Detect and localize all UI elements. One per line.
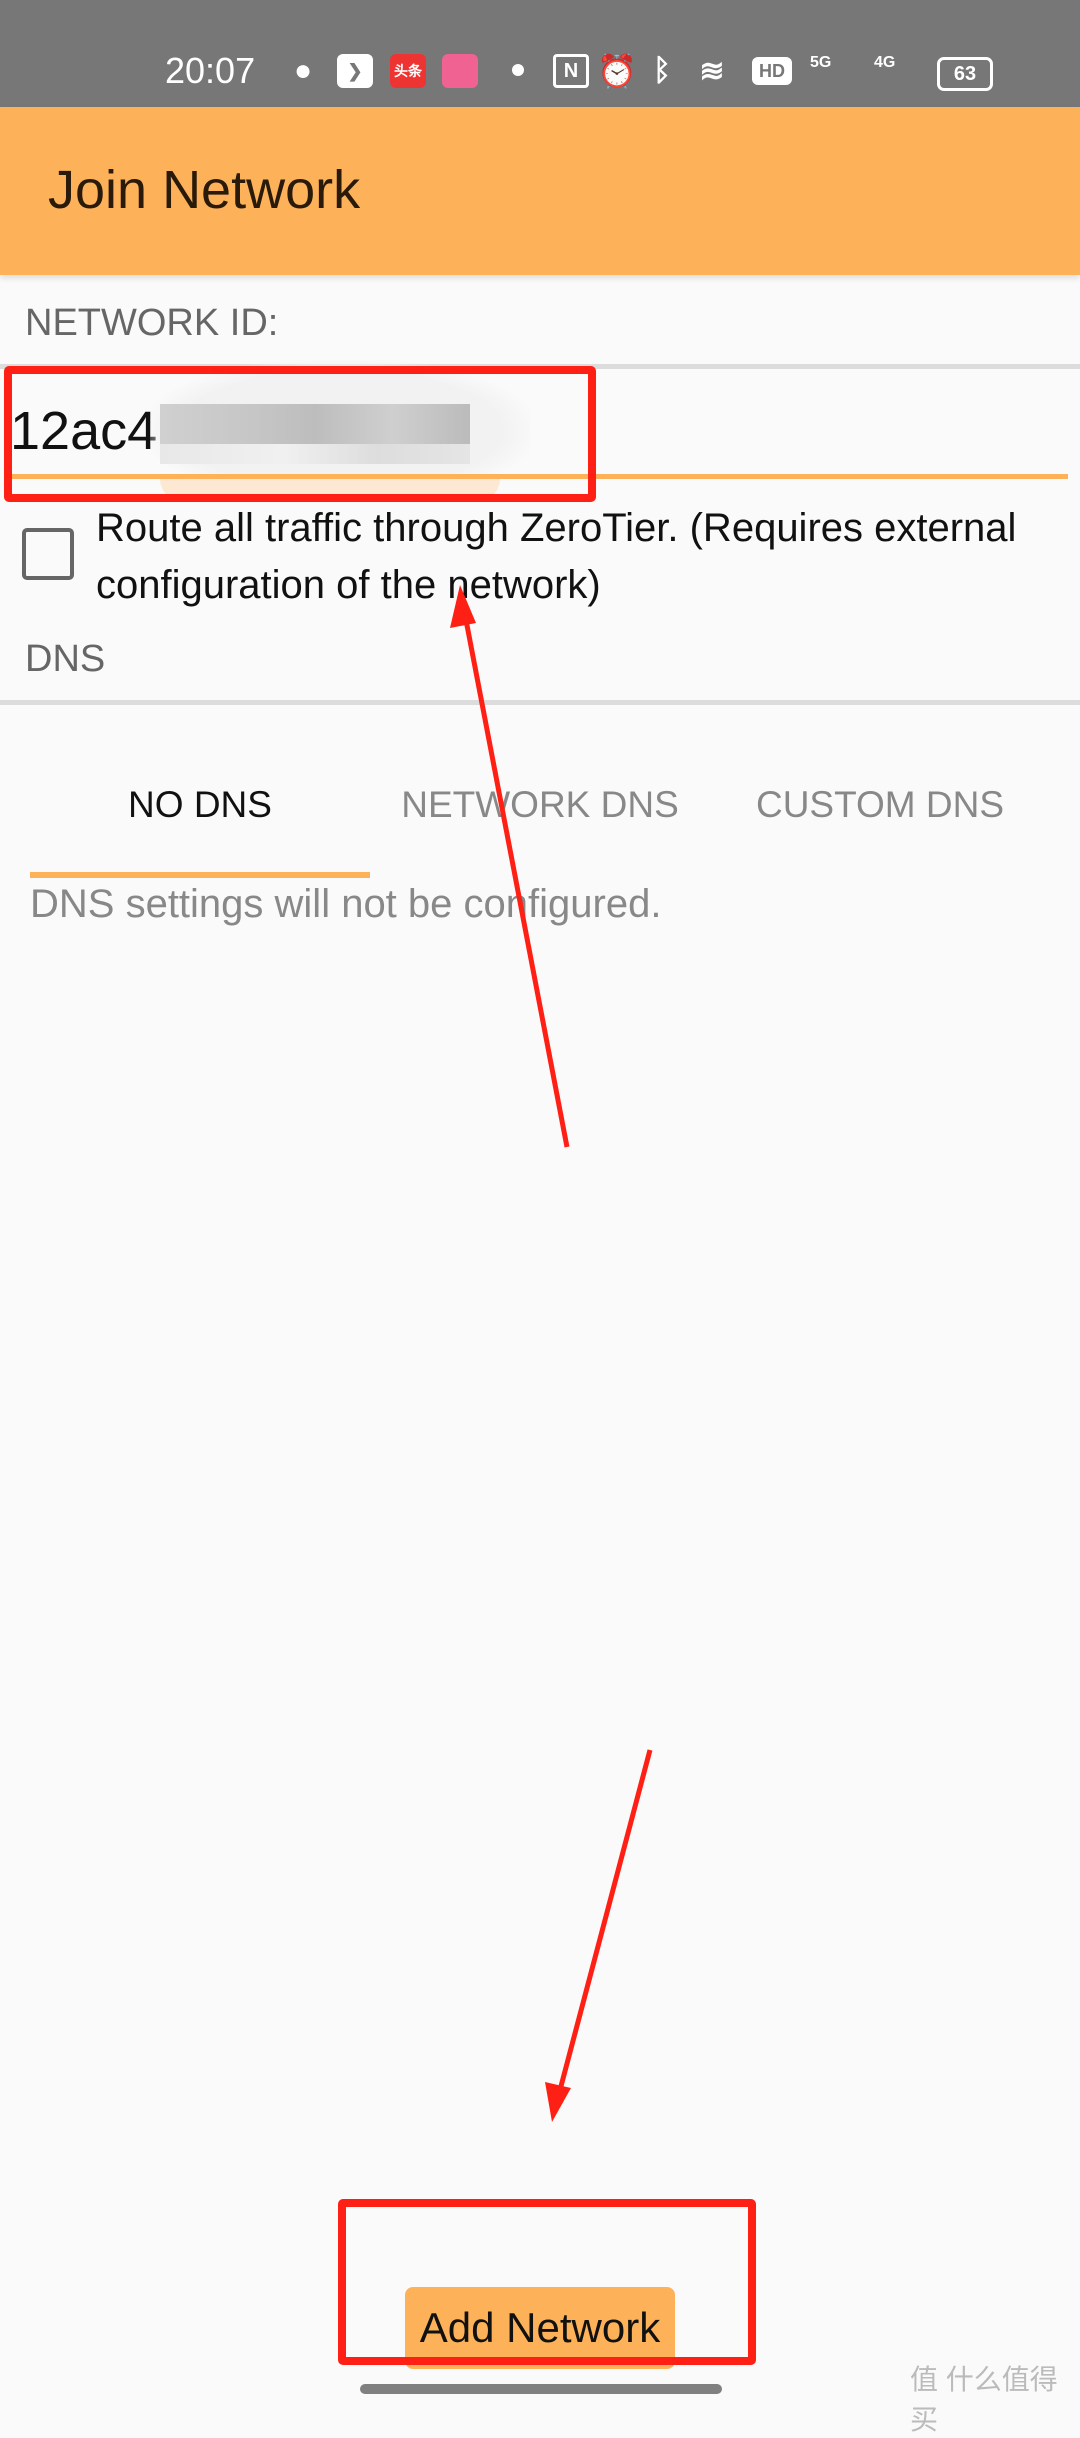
annotation-arrow-down bbox=[545, 1749, 653, 2122]
annotation-arrow-up bbox=[450, 585, 570, 1148]
gesture-nav-bar[interactable] bbox=[360, 2384, 722, 2394]
annotation-arrows bbox=[450, 585, 653, 2122]
watermark: 值 什么值得买 bbox=[910, 2364, 1058, 2435]
